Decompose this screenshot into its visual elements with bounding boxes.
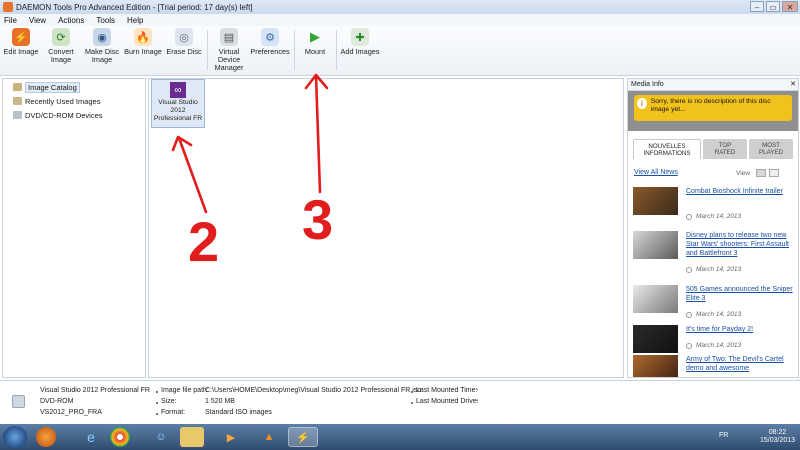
news-title[interactable]: Disney plans to release two new Star War… xyxy=(686,231,793,258)
clock[interactable]: 08:22 15/03/2013 xyxy=(760,429,795,445)
path-value: C:\Users\HOME\Desktop\meg\Visual Studio … xyxy=(205,387,422,394)
image-volume-label: VS2012_PRO_FRA xyxy=(40,409,102,416)
internet-explorer-icon[interactable]: e xyxy=(76,427,106,447)
news-thumbnail xyxy=(633,325,678,353)
clock-icon xyxy=(686,214,692,220)
format-value: Standard ISO images xyxy=(205,409,272,416)
arrow-to-mount xyxy=(314,74,322,194)
news-thumbnail xyxy=(633,355,678,377)
path-label: Image file path: xyxy=(161,387,209,394)
file-explorer-icon[interactable] xyxy=(180,427,204,447)
clock-time: 08:22 xyxy=(768,429,787,436)
grid-view-icon[interactable] xyxy=(756,169,766,177)
daemon-tools-taskbar-icon[interactable]: ⚡ xyxy=(288,427,318,447)
news-date: March 14, 2013 xyxy=(696,266,742,273)
messenger-icon[interactable]: ☺ xyxy=(146,427,176,447)
last-mounted-drive-label: Last Mounted Drive: xyxy=(416,398,479,405)
tab-nouvelles-informations[interactable]: NOUVELLES INFORMATIONS xyxy=(633,139,701,159)
last-mounted-time-label: Last Mounted Time: xyxy=(416,387,478,394)
firefox-icon[interactable] xyxy=(36,427,56,447)
arrow-to-image-tile xyxy=(177,136,208,214)
language-indicator[interactable]: FR xyxy=(719,432,728,439)
media-info-panel: Media Info ✕ i Sorry, there is no descri… xyxy=(627,78,799,378)
news-title[interactable]: It's time for Payday 2! xyxy=(686,325,793,334)
last-mounted-drive-value: - xyxy=(476,398,479,405)
last-mounted-time-value: - xyxy=(476,387,479,394)
image-details-bar: Visual Studio 2012 Professional FR DVD-R… xyxy=(0,380,800,424)
tab-most-played[interactable]: MOST PLAYED xyxy=(749,139,793,159)
media-player-icon[interactable]: ▶ xyxy=(216,427,246,447)
media-info-header: Media Info ✕ xyxy=(628,79,798,91)
news-title[interactable]: Combat Bioshock Infinite trailer xyxy=(686,187,793,196)
bullet xyxy=(411,391,413,393)
clock-date: 15/03/2013 xyxy=(760,437,796,444)
news-title[interactable]: 505 Games announced the Sniper Elite 3 xyxy=(686,285,793,303)
annotation-step-3: 3 xyxy=(302,188,334,251)
no-description-notice: i Sorry, there is no description of this… xyxy=(634,95,792,121)
clock-icon xyxy=(686,312,692,318)
news-thumbnail xyxy=(633,187,678,215)
media-info-title: Media Info xyxy=(631,81,664,88)
bullet xyxy=(411,402,413,404)
chrome-icon[interactable] xyxy=(110,427,130,447)
bullet xyxy=(156,413,158,415)
news-thumbnail xyxy=(633,231,678,259)
news-date: March 14, 2013 xyxy=(696,342,742,349)
tab-top-rated[interactable]: TOP RATED xyxy=(703,139,747,159)
news-item[interactable]: Army of Two: The Devil's Cartel demo and… xyxy=(633,355,793,377)
start-button[interactable] xyxy=(3,426,27,448)
clock-icon xyxy=(686,267,692,273)
vlc-icon[interactable]: ▲ xyxy=(254,427,284,447)
list-view-icon[interactable] xyxy=(769,169,779,177)
view-label: View xyxy=(736,170,750,177)
bullet xyxy=(156,402,158,404)
bullet xyxy=(156,391,158,393)
image-type: DVD-ROM xyxy=(40,398,74,405)
image-name: Visual Studio 2012 Professional FR xyxy=(40,387,150,394)
news-item[interactable]: 505 Games announced the Sniper Elite 3 M… xyxy=(633,285,793,325)
size-label: Size: xyxy=(161,398,177,405)
close-icon[interactable]: ✕ xyxy=(790,81,796,89)
news-tabs: NOUVELLES INFORMATIONS TOP RATED MOST PL… xyxy=(633,139,793,159)
description-text: Sorry, there is no description of this d… xyxy=(650,98,771,113)
disc-image-icon xyxy=(12,395,25,408)
size-value: 1 520 MB xyxy=(205,398,235,405)
news-thumbnail xyxy=(633,285,678,313)
view-all-news-link[interactable]: View All News xyxy=(634,169,678,176)
news-date: March 14, 2013 xyxy=(696,311,742,318)
news-title[interactable]: Army of Two: The Devil's Cartel demo and… xyxy=(686,355,793,373)
taskbar: e ☺ ▶ ▲ ⚡ FR 08:22 15/03/2013 xyxy=(0,424,800,450)
news-date: March 14, 2013 xyxy=(696,213,742,220)
info-icon: i xyxy=(637,98,647,109)
clock-icon xyxy=(686,343,692,349)
format-label: Format: xyxy=(161,409,186,416)
news-item[interactable]: Disney plans to release two new Star War… xyxy=(633,231,793,273)
annotation-step-2: 2 xyxy=(188,210,220,273)
news-item[interactable]: Combat Bioshock Infinite trailer March 1… xyxy=(633,187,793,227)
